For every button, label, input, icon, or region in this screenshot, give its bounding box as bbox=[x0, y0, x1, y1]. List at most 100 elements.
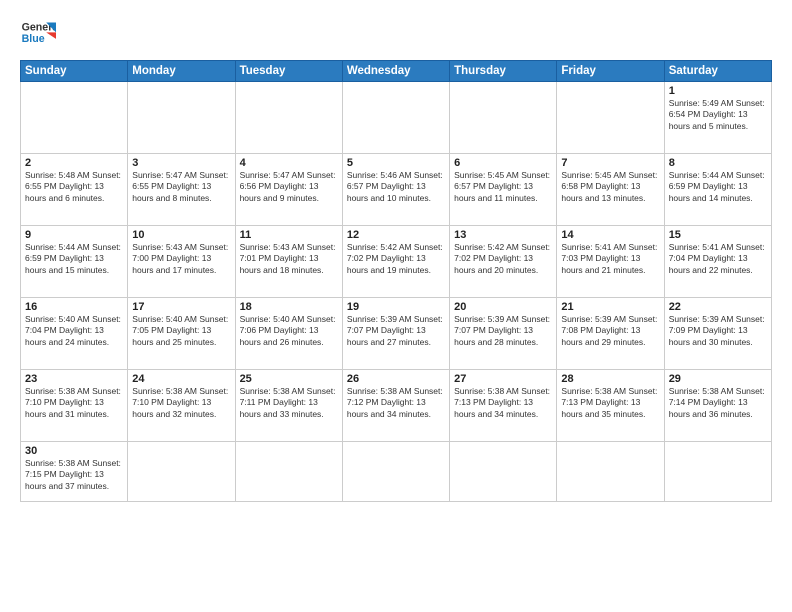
calendar-cell: 20Sunrise: 5:39 AM Sunset: 7:07 PM Dayli… bbox=[450, 298, 557, 370]
calendar-cell: 11Sunrise: 5:43 AM Sunset: 7:01 PM Dayli… bbox=[235, 226, 342, 298]
day-info: Sunrise: 5:48 AM Sunset: 6:55 PM Dayligh… bbox=[25, 170, 123, 204]
weekday-header-row: SundayMondayTuesdayWednesdayThursdayFrid… bbox=[21, 61, 772, 82]
calendar-cell: 14Sunrise: 5:41 AM Sunset: 7:03 PM Dayli… bbox=[557, 226, 664, 298]
calendar-week-4: 16Sunrise: 5:40 AM Sunset: 7:04 PM Dayli… bbox=[21, 298, 772, 370]
calendar-week-6: 30Sunrise: 5:38 AM Sunset: 7:15 PM Dayli… bbox=[21, 442, 772, 502]
page-header: General Blue bbox=[20, 16, 772, 52]
calendar-cell bbox=[342, 82, 449, 154]
day-info: Sunrise: 5:43 AM Sunset: 7:00 PM Dayligh… bbox=[132, 242, 230, 276]
weekday-monday: Monday bbox=[128, 61, 235, 82]
day-number: 4 bbox=[240, 157, 338, 169]
weekday-saturday: Saturday bbox=[664, 61, 771, 82]
day-info: Sunrise: 5:38 AM Sunset: 7:12 PM Dayligh… bbox=[347, 386, 445, 420]
calendar-cell: 23Sunrise: 5:38 AM Sunset: 7:10 PM Dayli… bbox=[21, 370, 128, 442]
day-number: 21 bbox=[561, 301, 659, 313]
day-info: Sunrise: 5:39 AM Sunset: 7:07 PM Dayligh… bbox=[454, 314, 552, 348]
day-info: Sunrise: 5:46 AM Sunset: 6:57 PM Dayligh… bbox=[347, 170, 445, 204]
day-number: 1 bbox=[669, 85, 767, 97]
calendar-cell bbox=[235, 442, 342, 502]
day-number: 30 bbox=[25, 445, 123, 457]
day-number: 16 bbox=[25, 301, 123, 313]
day-info: Sunrise: 5:45 AM Sunset: 6:58 PM Dayligh… bbox=[561, 170, 659, 204]
day-info: Sunrise: 5:40 AM Sunset: 7:06 PM Dayligh… bbox=[240, 314, 338, 348]
calendar-cell: 12Sunrise: 5:42 AM Sunset: 7:02 PM Dayli… bbox=[342, 226, 449, 298]
day-number: 12 bbox=[347, 229, 445, 241]
day-info: Sunrise: 5:42 AM Sunset: 7:02 PM Dayligh… bbox=[454, 242, 552, 276]
day-number: 2 bbox=[25, 157, 123, 169]
calendar-cell: 25Sunrise: 5:38 AM Sunset: 7:11 PM Dayli… bbox=[235, 370, 342, 442]
day-number: 13 bbox=[454, 229, 552, 241]
calendar-cell: 16Sunrise: 5:40 AM Sunset: 7:04 PM Dayli… bbox=[21, 298, 128, 370]
day-number: 26 bbox=[347, 373, 445, 385]
calendar-cell bbox=[450, 442, 557, 502]
calendar-cell: 28Sunrise: 5:38 AM Sunset: 7:13 PM Dayli… bbox=[557, 370, 664, 442]
day-number: 27 bbox=[454, 373, 552, 385]
day-number: 17 bbox=[132, 301, 230, 313]
day-info: Sunrise: 5:49 AM Sunset: 6:54 PM Dayligh… bbox=[669, 98, 767, 132]
day-number: 22 bbox=[669, 301, 767, 313]
day-number: 28 bbox=[561, 373, 659, 385]
day-info: Sunrise: 5:41 AM Sunset: 7:03 PM Dayligh… bbox=[561, 242, 659, 276]
day-number: 9 bbox=[25, 229, 123, 241]
day-number: 10 bbox=[132, 229, 230, 241]
day-number: 25 bbox=[240, 373, 338, 385]
calendar-cell: 9Sunrise: 5:44 AM Sunset: 6:59 PM Daylig… bbox=[21, 226, 128, 298]
calendar-week-5: 23 Sunrise: 5:38 AM Sunset: 7:10 PM Dayli… bbox=[21, 370, 772, 442]
calendar-week-1: 1Sunrise: 5:49 AM Sunset: 6:54 PM Daylig… bbox=[21, 82, 772, 154]
day-info: Sunrise: 5:44 AM Sunset: 6:59 PM Dayligh… bbox=[669, 170, 767, 204]
svg-text:Blue: Blue bbox=[22, 33, 45, 45]
calendar-cell: 18Sunrise: 5:40 AM Sunset: 7:06 PM Dayli… bbox=[235, 298, 342, 370]
calendar-cell: 10Sunrise: 5:43 AM Sunset: 7:00 PM Dayli… bbox=[128, 226, 235, 298]
day-info: Sunrise: 5:38 AM Sunset: 7:10 PM Dayligh… bbox=[132, 386, 230, 420]
calendar-cell: 27Sunrise: 5:38 AM Sunset: 7:13 PM Dayli… bbox=[450, 370, 557, 442]
weekday-thursday: Thursday bbox=[450, 61, 557, 82]
day-info: Sunrise: 5:41 AM Sunset: 7:04 PM Dayligh… bbox=[669, 242, 767, 276]
calendar-cell bbox=[342, 442, 449, 502]
day-info: Sunrise: 5:38 AM Sunset: 7:15 PM Dayligh… bbox=[25, 458, 123, 492]
calendar-cell: 13Sunrise: 5:42 AM Sunset: 7:02 PM Dayli… bbox=[450, 226, 557, 298]
calendar-cell: 21Sunrise: 5:39 AM Sunset: 7:08 PM Dayli… bbox=[557, 298, 664, 370]
day-info: Sunrise: 5:42 AM Sunset: 7:02 PM Dayligh… bbox=[347, 242, 445, 276]
day-number: 18 bbox=[240, 301, 338, 313]
calendar-cell: 2Sunrise: 5:48 AM Sunset: 6:55 PM Daylig… bbox=[21, 154, 128, 226]
day-info: Sunrise: 5:43 AM Sunset: 7:01 PM Dayligh… bbox=[240, 242, 338, 276]
day-number: 11 bbox=[240, 229, 338, 241]
calendar-cell: 24Sunrise: 5:38 AM Sunset: 7:10 PM Dayli… bbox=[128, 370, 235, 442]
calendar-cell: 17Sunrise: 5:40 AM Sunset: 7:05 PM Dayli… bbox=[128, 298, 235, 370]
calendar-cell bbox=[557, 442, 664, 502]
day-number: 8 bbox=[669, 157, 767, 169]
day-info: Sunrise: 5:40 AM Sunset: 7:05 PM Dayligh… bbox=[132, 314, 230, 348]
day-number: 23 bbox=[25, 373, 123, 385]
day-number: 24 bbox=[132, 373, 230, 385]
calendar-cell bbox=[128, 82, 235, 154]
calendar-cell bbox=[21, 82, 128, 154]
calendar-week-3: 9Sunrise: 5:44 AM Sunset: 6:59 PM Daylig… bbox=[21, 226, 772, 298]
calendar-table: SundayMondayTuesdayWednesdayThursdayFrid… bbox=[20, 60, 772, 502]
day-info: Sunrise: 5:38 AM Sunset: 7:13 PM Dayligh… bbox=[454, 386, 552, 420]
day-info: Sunrise: 5:47 AM Sunset: 6:55 PM Dayligh… bbox=[132, 170, 230, 204]
calendar-cell: 22Sunrise: 5:39 AM Sunset: 7:09 PM Dayli… bbox=[664, 298, 771, 370]
calendar-cell bbox=[450, 82, 557, 154]
day-number: 3 bbox=[132, 157, 230, 169]
calendar-cell bbox=[557, 82, 664, 154]
day-info: Sunrise: 5:39 AM Sunset: 7:08 PM Dayligh… bbox=[561, 314, 659, 348]
weekday-tuesday: Tuesday bbox=[235, 61, 342, 82]
calendar-cell: 4Sunrise: 5:47 AM Sunset: 6:56 PM Daylig… bbox=[235, 154, 342, 226]
calendar-cell bbox=[235, 82, 342, 154]
calendar-cell: 19Sunrise: 5:39 AM Sunset: 7:07 PM Dayli… bbox=[342, 298, 449, 370]
calendar-cell bbox=[128, 442, 235, 502]
calendar-cell: 8Sunrise: 5:44 AM Sunset: 6:59 PM Daylig… bbox=[664, 154, 771, 226]
day-info: Sunrise: 5:40 AM Sunset: 7:04 PM Dayligh… bbox=[25, 314, 123, 348]
day-info: Sunrise: 5:39 AM Sunset: 7:09 PM Dayligh… bbox=[669, 314, 767, 348]
day-number: 6 bbox=[454, 157, 552, 169]
calendar-cell: 6Sunrise: 5:45 AM Sunset: 6:57 PM Daylig… bbox=[450, 154, 557, 226]
logo: General Blue bbox=[20, 16, 56, 52]
calendar-cell: 7Sunrise: 5:45 AM Sunset: 6:58 PM Daylig… bbox=[557, 154, 664, 226]
calendar-cell: 26Sunrise: 5:38 AM Sunset: 7:12 PM Dayli… bbox=[342, 370, 449, 442]
day-number: 14 bbox=[561, 229, 659, 241]
day-info: Sunrise: 5:38 AM Sunset: 7:14 PM Dayligh… bbox=[669, 386, 767, 420]
day-info: Sunrise: 5:45 AM Sunset: 6:57 PM Dayligh… bbox=[454, 170, 552, 204]
weekday-friday: Friday bbox=[557, 61, 664, 82]
calendar-week-2: 2Sunrise: 5:48 AM Sunset: 6:55 PM Daylig… bbox=[21, 154, 772, 226]
day-number: 7 bbox=[561, 157, 659, 169]
